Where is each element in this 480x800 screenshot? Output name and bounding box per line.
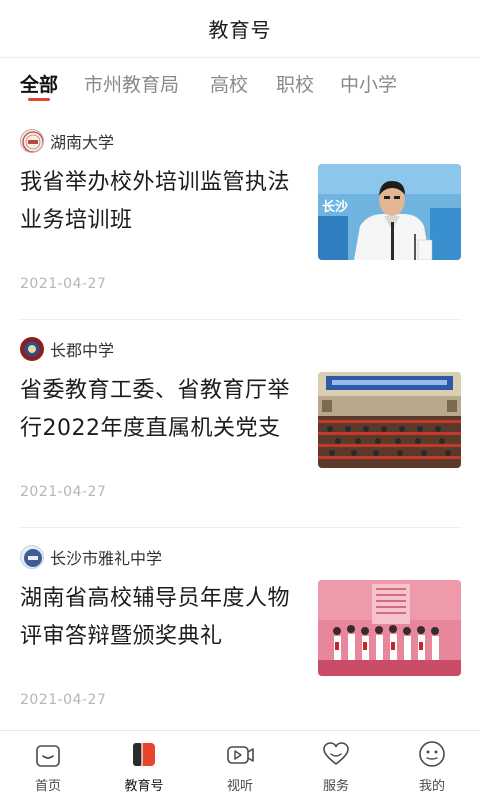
heart-icon (321, 739, 351, 769)
nav-education[interactable]: 教育号 (112, 739, 176, 795)
article-title[interactable]: 湖南省高校辅导员年度人物评审答辩暨颁奖典礼 (20, 580, 304, 656)
active-tab-indicator (28, 98, 50, 101)
article-card[interactable]: 长沙市雅礼中学 湖南省高校辅导员年度人物评审答辩暨颁奖典礼 2021-04-27 (0, 528, 480, 730)
nav-video[interactable]: 视听 (208, 739, 272, 795)
article-source-name: 长沙市雅礼中学 (50, 549, 163, 568)
nav-services[interactable]: 服务 (304, 739, 368, 795)
tab-vocational[interactable]: 职校 (276, 70, 314, 97)
article-source[interactable]: 湖南大学 (20, 128, 114, 154)
article-title[interactable]: 我省举办校外培训监管执法业务培训班 (20, 164, 304, 240)
hunan-university-logo-icon (20, 129, 44, 153)
article-date: 2021-04-27 (20, 276, 107, 292)
tab-city-bureau[interactable]: 市州教育局 (84, 70, 179, 97)
article-card[interactable]: 长郡中学 省委教育工委、省教育厅举行2022年度直属机关党支 2021-04-2… (0, 320, 480, 528)
nav-profile[interactable]: 我的 (400, 739, 464, 795)
article-thumbnail[interactable] (318, 580, 461, 676)
profile-face-icon (417, 739, 447, 769)
changjun-school-logo-icon (20, 337, 44, 361)
education-book-icon (129, 739, 159, 769)
nav-label: 教育号 (124, 779, 164, 794)
article-date: 2021-04-27 (20, 484, 107, 500)
article-source-name: 湖南大学 (50, 133, 115, 152)
article-source[interactable]: 长沙市雅礼中学 (20, 544, 162, 570)
article-source-name: 长郡中学 (50, 341, 115, 360)
bottom-nav: 首页 教育号 视听 服务 我的 (0, 730, 480, 800)
article-thumbnail[interactable] (318, 372, 461, 468)
tab-primary-secondary[interactable]: 中小学 (340, 70, 397, 97)
nav-home[interactable]: 首页 (16, 739, 80, 795)
nav-label: 我的 (418, 779, 445, 794)
article-title[interactable]: 省委教育工委、省教育厅举行2022年度直属机关党支 (20, 372, 304, 448)
nav-label: 首页 (34, 779, 61, 794)
thumbnail-caption: 长沙 (322, 200, 349, 215)
top-bar: 教育号 (0, 0, 480, 58)
home-icon (33, 739, 63, 769)
article-feed[interactable]: 湖南大学 我省举办校外培训监管执法业务培训班 2021-04-27 长沙 长郡中… (0, 112, 480, 730)
article-thumbnail[interactable]: 长沙 (318, 164, 461, 260)
category-tabs: 全部 市州教育局 高校 职校 中小学 (0, 58, 480, 112)
nav-label: 视听 (226, 779, 253, 794)
article-source[interactable]: 长郡中学 (20, 336, 114, 362)
article-date: 2021-04-27 (20, 692, 107, 708)
yali-school-logo-icon (20, 545, 44, 569)
video-camera-icon (225, 739, 255, 769)
article-card[interactable]: 湖南大学 我省举办校外培训监管执法业务培训班 2021-04-27 长沙 (0, 112, 480, 320)
tab-university[interactable]: 高校 (210, 70, 248, 97)
nav-label: 服务 (322, 779, 349, 794)
tab-all[interactable]: 全部 (20, 70, 58, 97)
page-title: 教育号 (208, 18, 272, 42)
